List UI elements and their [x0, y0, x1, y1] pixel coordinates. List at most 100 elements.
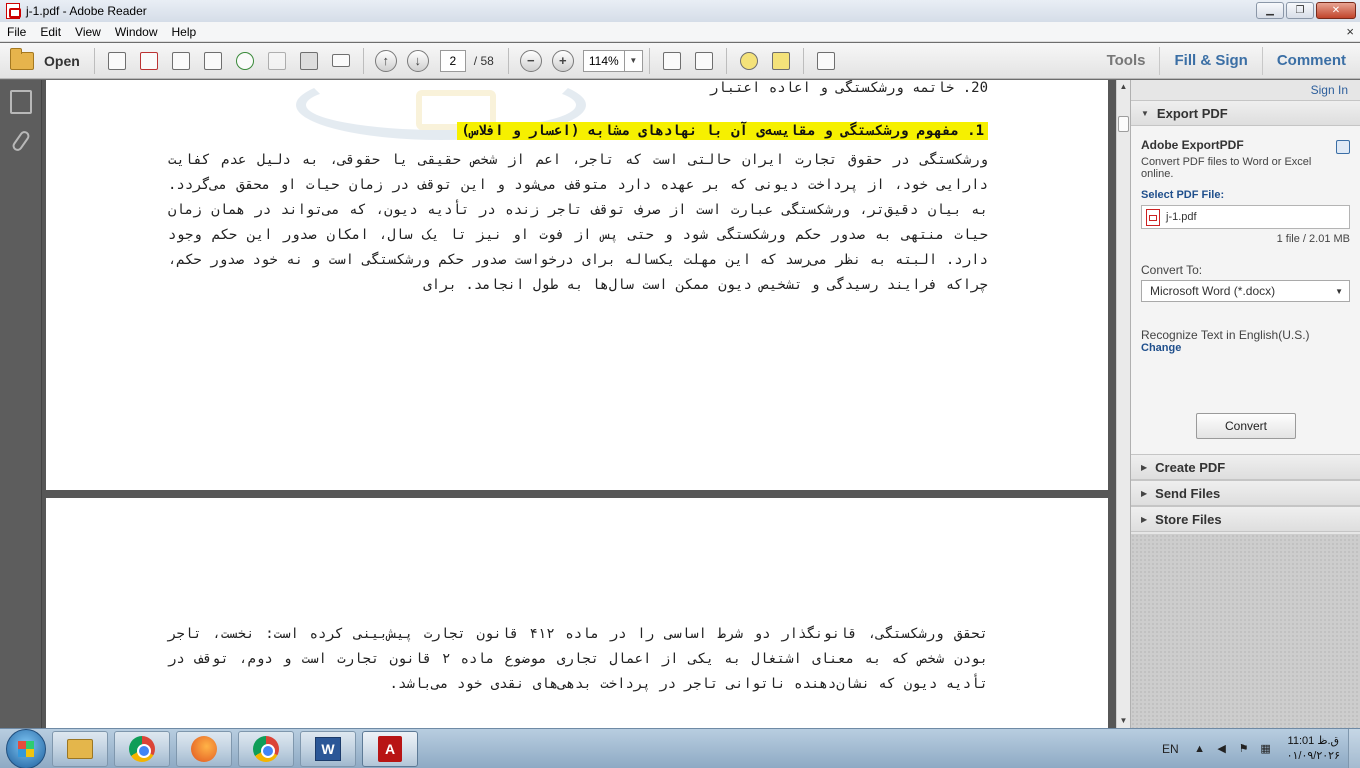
- toolbar-separator: [93, 47, 95, 74]
- maximize-button[interactable]: ❐: [1286, 2, 1314, 19]
- page-number-input[interactable]: 2: [439, 49, 466, 72]
- chrome-icon: [129, 735, 155, 762]
- create-pdf-icon[interactable]: [104, 48, 130, 74]
- section-heading: 1. مفهوم ورشكستگی و مقایسه‌ی آن با نهاده…: [457, 122, 988, 140]
- selected-file-field[interactable]: j-1.pdf: [1141, 205, 1350, 229]
- open-button[interactable]: Open: [0, 43, 88, 79]
- taskbar-chrome-profile[interactable]: [238, 730, 294, 767]
- taskbar-adobe-reader[interactable]: A: [362, 730, 418, 767]
- tab-tools[interactable]: Tools: [1093, 43, 1160, 79]
- language-indicator[interactable]: EN: [1162, 742, 1179, 756]
- firefox-icon: [191, 735, 217, 762]
- page-total: / 58: [473, 53, 494, 68]
- sticky-note-icon[interactable]: [736, 48, 762, 74]
- export-pdf-label: Export PDF: [1156, 105, 1228, 121]
- menu-help[interactable]: Help: [165, 25, 204, 39]
- export-pdf-body: Adobe ExportPDF Convert PDF files to Wor…: [1131, 126, 1360, 454]
- previous-page-button[interactable]: ↑: [374, 49, 397, 72]
- export-info-icon[interactable]: [1336, 140, 1350, 154]
- paragraph: تحقق ورشکستگی، قانونگذار دو شرط اساسی را…: [168, 626, 988, 692]
- pdf-page: 20. خاتمه ورشكستگی و اعاده اعتبار 1. مفه…: [46, 80, 1108, 490]
- start-button[interactable]: [6, 728, 46, 768]
- scroll-down-icon[interactable]: ▼: [1117, 714, 1130, 728]
- send-files-header[interactable]: ▶ Send Files: [1131, 480, 1360, 506]
- window-controls: ▁ ❐ ✕: [1256, 2, 1356, 19]
- tab-fill-sign[interactable]: Fill & Sign: [1160, 43, 1261, 79]
- save-icon[interactable]: [264, 48, 290, 74]
- convert-format-select[interactable]: Microsoft Word (*.docx) ▼: [1141, 280, 1350, 302]
- pdf-file-icon: [1146, 208, 1160, 226]
- create-pdf-header[interactable]: ▶ Create PDF: [1131, 454, 1360, 480]
- fit-page-icon[interactable]: [659, 48, 685, 74]
- document-close-icon[interactable]: ×: [1346, 24, 1354, 39]
- previous-list-item: 20. خاتمه ورشكستگی و اعاده اعتبار: [709, 80, 988, 96]
- task-tabs: Tools Fill & Sign Comment: [1093, 43, 1360, 79]
- sign-in-link[interactable]: Sign In: [1131, 80, 1360, 100]
- show-hidden-icons-icon[interactable]: ▲: [1193, 742, 1207, 756]
- title-bar: j-1.pdf - Adobe Reader ▁ ❐ ✕: [0, 0, 1360, 22]
- combine-files-icon[interactable]: [136, 48, 162, 74]
- toolbar-separator: [507, 47, 509, 74]
- collapsed-triangle-icon: ▶: [1141, 488, 1148, 498]
- expanded-triangle-icon: ▼: [1141, 108, 1149, 118]
- highlight-icon[interactable]: [768, 48, 794, 74]
- next-page-button[interactable]: ↓: [406, 49, 429, 72]
- menu-file[interactable]: File: [0, 25, 33, 39]
- clock-date: ۰۱/۰۹/۲۰۲۶: [1286, 750, 1340, 762]
- collapsed-triangle-icon: ▶: [1141, 514, 1148, 524]
- sign-icon[interactable]: [200, 48, 226, 74]
- convert-button[interactable]: Convert: [1196, 413, 1296, 439]
- scroll-thumb[interactable]: [1118, 116, 1129, 132]
- fit-width-icon[interactable]: [691, 48, 717, 74]
- taskbar-firefox[interactable]: [176, 730, 232, 767]
- menu-bar: File Edit View Window Help ×: [0, 22, 1360, 42]
- panel-empty-area: [1131, 534, 1360, 728]
- document-view[interactable]: 20. خاتمه ورشكستگی و اعاده اعتبار 1. مفه…: [42, 80, 1116, 728]
- taskbar: W A EN ▲ ◀ ⚑ ▦ 11:01 ق.ظ ۰۱/۰۹/۲۰۲۶: [0, 728, 1360, 768]
- adobe-reader-icon: [6, 3, 21, 19]
- store-files-label: Store Files: [1155, 511, 1222, 527]
- chrome-icon: [253, 735, 279, 762]
- chevron-down-icon: ▼: [1335, 286, 1343, 296]
- print-icon[interactable]: [296, 48, 322, 74]
- system-tray: EN ▲ ◀ ⚑ ▦ 11:01 ق.ظ ۰۱/۰۹/۲۰۲۶: [1162, 729, 1360, 768]
- email-icon[interactable]: [328, 48, 354, 74]
- page-thumbnails-icon[interactable]: [9, 90, 32, 114]
- taskbar-chrome[interactable]: [114, 730, 170, 767]
- change-language-link[interactable]: Change: [1141, 342, 1350, 354]
- clock[interactable]: 11:01 ق.ظ ۰۱/۰۹/۲۰۲۶: [1287, 734, 1340, 764]
- zoom-out-button[interactable]: −: [519, 49, 542, 72]
- network-icon[interactable]: ▦: [1259, 742, 1273, 756]
- menu-view[interactable]: View: [68, 25, 108, 39]
- select-pdf-label: Select PDF File:: [1141, 189, 1225, 201]
- word-icon: W: [315, 736, 341, 761]
- zoom-select[interactable]: 114% ▼: [582, 49, 643, 72]
- menu-window[interactable]: Window: [108, 25, 165, 39]
- store-files-header[interactable]: ▶ Store Files: [1131, 506, 1360, 532]
- volume-icon[interactable]: ◀: [1215, 742, 1229, 756]
- minimize-button[interactable]: ▁: [1256, 2, 1284, 19]
- vertical-scrollbar[interactable]: ▲ ▼: [1116, 80, 1130, 728]
- clock-time: 11:01 ق.ظ: [1287, 735, 1340, 747]
- menu-edit[interactable]: Edit: [33, 25, 68, 39]
- edit-pdf-icon[interactable]: [168, 48, 194, 74]
- create-pdf-label: Create PDF: [1155, 459, 1226, 475]
- windows-logo-icon: [18, 740, 34, 757]
- upload-cloud-icon[interactable]: [232, 48, 258, 74]
- chevron-down-icon[interactable]: ▼: [623, 50, 642, 71]
- scroll-up-icon[interactable]: ▲: [1117, 80, 1130, 94]
- taskbar-word[interactable]: W: [300, 730, 356, 767]
- close-button[interactable]: ✕: [1316, 2, 1356, 19]
- full-screen-icon[interactable]: [813, 48, 839, 74]
- convert-to-label: Convert To:: [1141, 263, 1203, 277]
- show-desktop-button[interactable]: [1348, 729, 1360, 768]
- tab-comment[interactable]: Comment: [1263, 43, 1360, 79]
- folder-icon: [10, 47, 34, 70]
- export-pdf-header[interactable]: ▼ Export PDF: [1131, 100, 1360, 126]
- action-center-flag-icon[interactable]: ⚑: [1237, 742, 1251, 756]
- zoom-in-button[interactable]: +: [551, 49, 574, 72]
- taskbar-explorer[interactable]: [52, 730, 108, 767]
- attachments-icon[interactable]: [10, 129, 31, 153]
- collapsed-triangle-icon: ▶: [1141, 462, 1148, 472]
- pdf-page: تحقق ورشکستگی، قانونگذار دو شرط اساسی را…: [46, 498, 1108, 728]
